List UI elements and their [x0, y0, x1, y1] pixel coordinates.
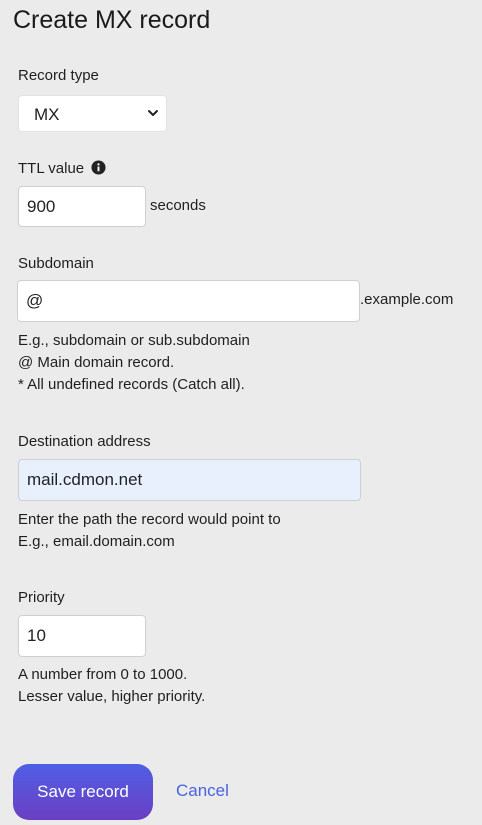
- record-type-value: MX: [34, 105, 60, 124]
- subdomain-input[interactable]: [17, 280, 360, 322]
- priority-label: Priority: [18, 589, 65, 606]
- priority-help: A number from 0 to 1000. Lesser value, h…: [18, 664, 205, 708]
- record-type-select[interactable]: MX: [18, 95, 167, 132]
- destination-help-line: Enter the path the record would point to: [18, 511, 281, 528]
- destination-help: Enter the path the record would point to…: [18, 509, 281, 553]
- subdomain-help-line: * All undefined records (Catch all).: [18, 376, 245, 393]
- destination-help-line: E.g., email.domain.com: [18, 533, 175, 550]
- info-icon[interactable]: [91, 160, 106, 175]
- destination-input[interactable]: [18, 459, 361, 501]
- subdomain-label: Subdomain: [18, 255, 94, 272]
- cancel-link[interactable]: Cancel: [176, 781, 229, 801]
- save-record-button[interactable]: Save record: [13, 764, 153, 820]
- ttl-label: TTL value: [18, 160, 85, 177]
- subdomain-help-line: @ Main domain record.: [18, 354, 175, 371]
- priority-help-line: A number from 0 to 1000.: [18, 666, 188, 683]
- subdomain-help: E.g., subdomain or sub.subdomain @ Main …: [18, 330, 250, 396]
- priority-input[interactable]: [18, 615, 146, 657]
- destination-label: Destination address: [18, 433, 151, 450]
- subdomain-help-line: E.g., subdomain or sub.subdomain: [18, 332, 250, 349]
- page-title: Create MX record: [13, 6, 211, 34]
- domain-suffix: .example.com: [360, 291, 454, 308]
- priority-help-line: Lesser value, higher priority.: [18, 688, 206, 705]
- chevron-down-icon: [148, 110, 158, 116]
- ttl-unit: seconds: [150, 197, 206, 214]
- record-type-label: Record type: [18, 67, 99, 84]
- ttl-input[interactable]: [18, 186, 146, 227]
